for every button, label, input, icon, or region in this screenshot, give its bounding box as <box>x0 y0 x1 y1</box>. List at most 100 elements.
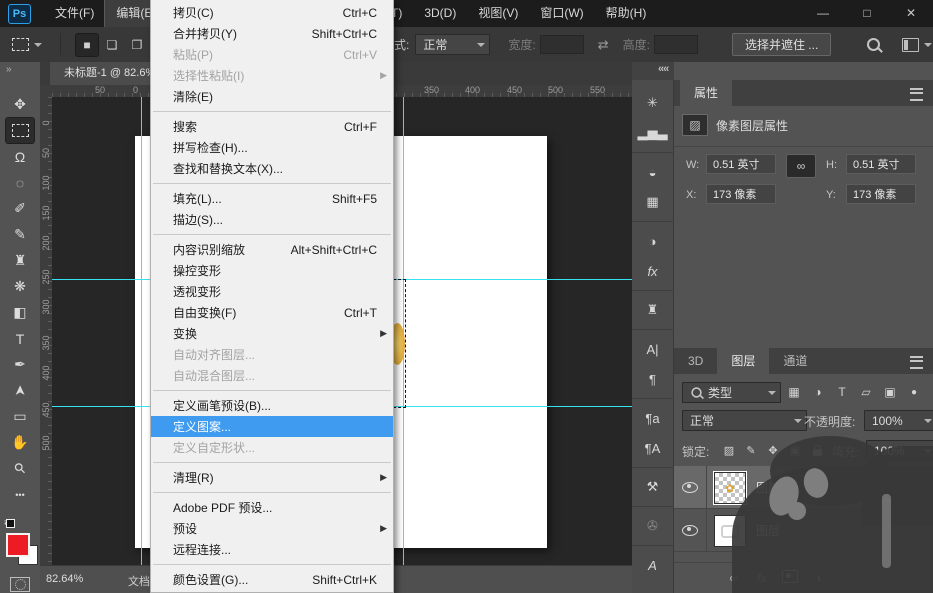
glyphs-panel-icon[interactable]: A <box>636 550 670 580</box>
opacity-select[interactable]: 100% <box>864 410 933 431</box>
close-button[interactable]: ✕ <box>889 0 933 27</box>
menu-item[interactable]: 合并拷贝(Y)Shift+Ctrl+C <box>151 23 393 44</box>
eyedropper-tool[interactable]: ✐ <box>6 196 34 221</box>
menu-item[interactable]: 选择性粘贴(I)▶ <box>151 65 393 86</box>
menu-item[interactable]: 拷贝(C)Ctrl+C <box>151 2 393 23</box>
w-field[interactable]: 0.51 英寸 <box>706 154 776 174</box>
color-panel-icon[interactable]: ◒ <box>636 157 670 187</box>
move-tool[interactable]: ✥ <box>6 92 34 117</box>
pen-tool[interactable]: ✒ <box>6 352 34 377</box>
menu-item[interactable]: 定义自定形状... <box>151 437 393 458</box>
quick-mask-button[interactable] <box>10 577 30 592</box>
menu-3d[interactable]: 3D(D) <box>413 0 467 27</box>
new-selection-button[interactable]: ■ <box>76 34 98 56</box>
menu-item[interactable]: 操控变形 <box>151 260 393 281</box>
filter-type-icon[interactable]: T <box>830 382 854 402</box>
menu-item[interactable]: 自由变换(F)Ctrl+T <box>151 302 393 323</box>
rectangular-marquee-tool[interactable] <box>6 118 34 143</box>
search-icon[interactable] <box>867 38 880 51</box>
chevron-down-icon[interactable] <box>924 43 932 51</box>
style-select[interactable]: 正常 <box>415 34 490 55</box>
guide-vertical[interactable] <box>141 97 142 565</box>
swatches-panel-icon[interactable]: ▦ <box>636 187 670 217</box>
more-tools[interactable]: ••• <box>6 482 34 507</box>
layer-name[interactable]: 图层 <box>756 522 780 539</box>
histogram-panel-icon[interactable]: ▂▅▃ <box>636 118 670 148</box>
menu-window[interactable]: 窗口(W) <box>529 0 594 27</box>
height-input[interactable] <box>654 35 698 54</box>
panel-menu-icon[interactable] <box>910 356 923 369</box>
navigator-panel-icon[interactable]: ✳ <box>636 88 670 118</box>
gradient-tool[interactable]: ◧ <box>6 300 34 325</box>
clone-source-panel-icon[interactable]: ♜ <box>636 295 670 325</box>
filter-smart-icon[interactable]: ▣ <box>878 382 902 402</box>
menu-view[interactable]: 视图(V) <box>467 0 529 27</box>
maximize-button[interactable]: □ <box>845 0 889 27</box>
blend-mode-select[interactable]: 正常 <box>682 410 807 431</box>
menu-item[interactable]: 透视变形 <box>151 281 393 302</box>
lock-artboard-icon[interactable]: ▣ <box>784 441 806 459</box>
menu-item[interactable]: 拼写检查(H)... <box>151 137 393 158</box>
menu-item[interactable]: 搜索Ctrl+F <box>151 116 393 137</box>
menu-item[interactable]: 填充(L)...Shift+F5 <box>151 188 393 209</box>
panel-menu-icon[interactable] <box>910 88 923 101</box>
minimize-button[interactable]: — <box>801 0 845 27</box>
path-selection-tool[interactable]: ➤ <box>6 378 34 403</box>
character-styles-panel-icon[interactable]: ¶a <box>636 403 670 433</box>
quick-selection-tool[interactable]: ◌ <box>6 170 34 195</box>
menu-item[interactable]: 变换▶ <box>151 323 393 344</box>
width-input[interactable] <box>540 35 584 54</box>
workspace-icon[interactable] <box>902 38 919 52</box>
adjustments-panel-icon[interactable]: ◑ <box>636 226 670 256</box>
fill-select[interactable]: 100% <box>866 440 933 461</box>
lasso-tool[interactable]: Ω <box>6 144 34 169</box>
character-panel-icon[interactable]: A| <box>636 334 670 364</box>
paragraph-styles-panel-icon[interactable]: ¶A <box>636 433 670 463</box>
filter-pin-icon[interactable]: ● <box>902 382 926 402</box>
filter-shape-icon[interactable]: ▱ <box>854 382 878 402</box>
layer-row[interactable]: 图层 <box>674 509 933 552</box>
menu-item[interactable]: 描边(S)... <box>151 209 393 230</box>
menu-item[interactable]: 定义画笔预设(B)... <box>151 395 393 416</box>
active-tool-preset[interactable] <box>12 27 42 62</box>
brush-tool[interactable]: ✎ <box>6 222 34 247</box>
x-field[interactable]: 173 像素 <box>706 184 776 204</box>
clone-stamp-tool[interactable]: ♜ <box>6 248 34 273</box>
h-field[interactable]: 0.51 英寸 <box>846 154 916 174</box>
layer-visibility-toggle[interactable] <box>674 509 707 551</box>
menu-help[interactable]: 帮助(H) <box>595 0 658 27</box>
tab-properties[interactable]: 属性 <box>680 80 732 106</box>
lock-all-icon[interactable] <box>806 441 828 459</box>
tab-layers[interactable]: 图层 <box>717 348 769 374</box>
styles-panel-icon[interactable]: fx <box>636 256 670 286</box>
menu-item[interactable]: 清除(E) <box>151 86 393 107</box>
collapse-panels-icon[interactable]: «« <box>658 63 668 75</box>
menu-item[interactable]: 自动对齐图层... <box>151 344 393 365</box>
layer-thumbnail[interactable]: ✿ <box>714 472 746 504</box>
lock-move-icon[interactable]: ✥ <box>762 441 784 459</box>
layer-row[interactable]: ✿ 图层 4 <box>674 466 933 509</box>
subtract-selection-button[interactable]: ❐ <box>126 34 148 56</box>
layer-visibility-toggle[interactable] <box>674 466 707 508</box>
add-selection-button[interactable]: ❏ <box>101 34 123 56</box>
menu-file[interactable]: 文件(F) <box>44 0 105 27</box>
menu-item[interactable]: Adobe PDF 预设... <box>151 497 393 518</box>
menu-item[interactable]: 内容识别缩放Alt+Shift+Ctrl+C <box>151 239 393 260</box>
paragraph-panel-icon[interactable]: ¶ <box>636 364 670 394</box>
rectangle-tool[interactable]: ▭ <box>6 404 34 429</box>
layer-style-icon[interactable]: fx <box>748 571 776 585</box>
menu-item[interactable]: 定义图案... <box>151 416 393 437</box>
tab-channels[interactable]: 通道 <box>769 348 821 374</box>
swap-dimensions-icon[interactable]: ⇄ <box>598 37 609 53</box>
layer-name[interactable]: 图层 4 <box>756 479 790 496</box>
layer-thumbnail[interactable] <box>714 515 746 547</box>
tool-presets-panel-icon[interactable]: ⚒ <box>636 472 670 502</box>
lock-transparency-icon[interactable]: ▨ <box>718 441 740 459</box>
type-tool[interactable]: T <box>6 326 34 351</box>
libraries-panel-icon[interactable]: ✇ <box>636 511 670 541</box>
filter-adjustment-icon[interactable]: ◑ <box>806 382 830 402</box>
lock-paint-icon[interactable]: ✎ <box>740 441 762 459</box>
menu-item[interactable]: 清理(R)▶ <box>151 467 393 488</box>
menu-item[interactable]: 预设▶ <box>151 518 393 539</box>
foreground-color-swatch[interactable] <box>6 533 30 557</box>
